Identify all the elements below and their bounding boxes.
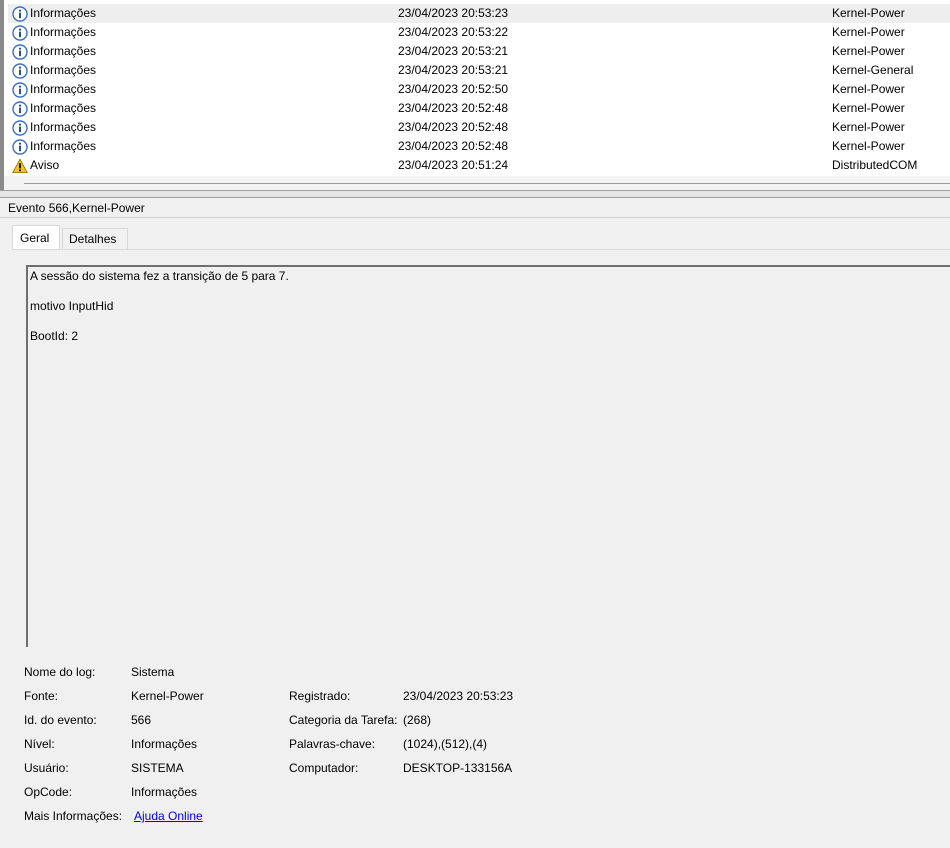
event-source: Kernel-General — [832, 63, 914, 77]
event-level: Informações — [30, 101, 97, 115]
event-datetime: 23/04/2023 20:52:48 — [398, 101, 509, 115]
event-level: Informações — [30, 6, 97, 20]
more-info-label: Mais Informações: — [24, 809, 123, 823]
event-source: DistributedCOM — [832, 158, 918, 172]
source-label: Fonte: — [24, 689, 59, 703]
info-icon — [12, 139, 28, 155]
opcode-value: Informações — [131, 785, 198, 799]
event-source: Kernel-Power — [832, 120, 905, 134]
keywords-value: (1024),(512),(4) — [403, 737, 488, 751]
event-datetime: 23/04/2023 20:53:21 — [398, 63, 509, 77]
info-icon — [12, 6, 28, 22]
event-description[interactable]: A sessão do sistema fez a transição de 5… — [26, 265, 950, 647]
level-value: Informações — [131, 737, 198, 751]
computer-label: Computador: — [289, 761, 359, 775]
event-level: Informações — [30, 44, 97, 58]
event-list: Informações 23/04/2023 20:53:23 Kernel-Pow… — [0, 0, 950, 190]
logged-label: Registrado: — [289, 689, 351, 703]
event-id-label: Id. do evento: — [24, 713, 97, 727]
log-name-value: Sistema — [131, 665, 175, 679]
warning-icon — [12, 158, 28, 174]
event-datetime: 23/04/2023 20:53:23 — [398, 6, 509, 20]
tab-general[interactable]: Geral — [12, 225, 60, 250]
event-source: Kernel-Power — [832, 25, 905, 39]
event-datetime: 23/04/2023 20:52:48 — [398, 120, 509, 134]
detail-header: Evento 566,Kernel-Power — [0, 198, 950, 218]
event-level: Informações — [30, 120, 97, 134]
event-source: Kernel-Power — [832, 6, 905, 20]
description-line: A sessão do sistema fez a transição de 5… — [30, 269, 289, 283]
event-row[interactable]: Informações 23/04/2023 20:52:48 Kernel-Pow… — [8, 137, 950, 156]
event-datetime: 23/04/2023 20:52:50 — [398, 82, 509, 96]
event-datetime: 23/04/2023 20:53:22 — [398, 25, 509, 39]
description-line: BootId: 2 — [30, 329, 79, 343]
log-name-label: Nome do log: — [24, 665, 96, 679]
event-id-value: 566 — [131, 713, 152, 727]
event-source: Kernel-Power — [832, 44, 905, 58]
event-row[interactable]: Informações 23/04/2023 20:53:21 Kernel-Gen… — [8, 61, 950, 80]
event-datetime: 23/04/2023 20:52:48 — [398, 139, 509, 153]
user-value: SISTEMA — [131, 761, 184, 775]
event-row[interactable]: Aviso 23/04/2023 20:51:24 DistributedCOM — [8, 156, 950, 175]
event-row[interactable]: Informações 23/04/2023 20:53:21 Kernel-Pow… — [8, 42, 950, 61]
event-row[interactable]: Informações 23/04/2023 20:53:22 Kernel-Pow… — [8, 23, 950, 42]
event-row[interactable]: Informações 23/04/2023 20:53:23 Kernel-Pow… — [8, 4, 950, 23]
event-row[interactable]: Informações 23/04/2023 20:52:48 Kernel-Pow… — [8, 118, 950, 137]
event-source: Kernel-Power — [832, 101, 905, 115]
event-level: Aviso — [30, 158, 60, 172]
event-level: Informações — [30, 63, 97, 77]
event-level: Informações — [30, 139, 97, 153]
online-help-link[interactable]: Ajuda Online — [134, 809, 203, 823]
tab-details[interactable]: Detalhes — [62, 228, 128, 249]
source-value: Kernel-Power — [131, 689, 204, 703]
event-datetime: 23/04/2023 20:53:21 — [398, 44, 509, 58]
task-category-value: (268) — [403, 713, 432, 727]
event-level: Informações — [30, 82, 97, 96]
level-label: Nível: — [24, 737, 55, 751]
event-datetime: 23/04/2023 20:51:24 — [398, 158, 509, 172]
event-source: Kernel-Power — [832, 139, 905, 153]
description-line: motivo InputHid — [30, 299, 114, 313]
computer-value: DESKTOP-133156A — [403, 761, 513, 775]
info-icon — [12, 63, 28, 79]
event-row[interactable]: Informações 23/04/2023 20:52:50 Kernel-Pow… — [8, 80, 950, 99]
info-icon — [12, 82, 28, 98]
opcode-label: OpCode: — [24, 785, 73, 799]
horizontal-scrollbar[interactable] — [24, 183, 950, 184]
event-row[interactable]: Informações 23/04/2023 20:52:48 Kernel-Pow… — [8, 99, 950, 118]
event-level: Informações — [30, 25, 97, 39]
user-label: Usuário: — [24, 761, 69, 775]
info-icon — [12, 44, 28, 60]
keywords-label: Palavras-chave: — [289, 737, 376, 751]
task-category-label: Categoria da Tarefa: — [289, 713, 398, 727]
logged-value: 23/04/2023 20:53:23 — [403, 689, 514, 703]
info-icon — [12, 25, 28, 41]
event-source: Kernel-Power — [832, 82, 905, 96]
info-icon — [12, 101, 28, 117]
pane-splitter[interactable] — [0, 190, 950, 198]
info-icon — [12, 120, 28, 136]
